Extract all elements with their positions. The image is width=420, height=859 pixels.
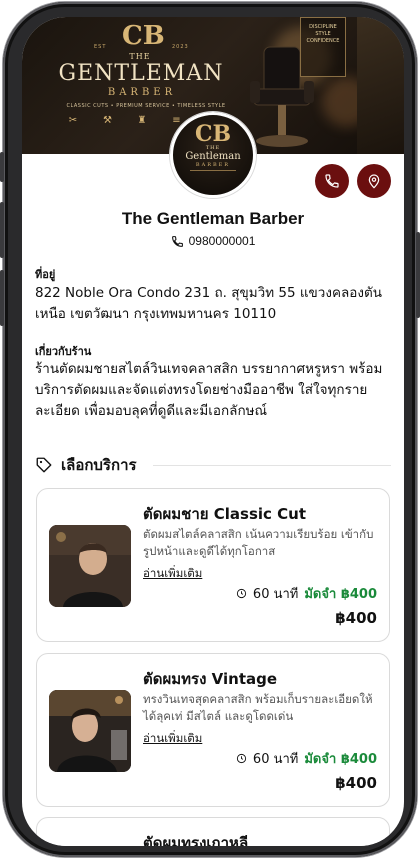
screen: CB EST 2023 THE GENTLEMAN BARBER CLASSIC… [22,17,404,846]
services-heading: เลือกบริการ [35,453,391,477]
read-more-link[interactable]: อ่านเพิ่มเติม [143,730,202,748]
phone-icon [325,174,339,188]
call-button[interactable] [315,164,349,198]
map-pin-icon [368,174,380,189]
service-title: ตัดผมทรงเกาหลี [143,834,249,846]
service-title: ตัดผมทรง Vintage [143,670,278,688]
banner-brand-mark: CB [122,21,165,51]
service-card[interactable]: ตัดผมทรง Vintage ทรงวินเทจสุดคลาสสิก พร้… [36,653,390,807]
scissors-icon: ✂ [68,115,78,126]
service-image [49,690,131,772]
service-price: ฿400 [335,774,377,792]
shop-avatar: CB THE Gentleman BARBER [170,112,256,198]
volume-down-button [0,270,4,326]
banner-title: GENTLEMAN [58,61,224,86]
address-label: ที่อยู่ [35,268,56,281]
avatar-name: Gentleman [185,151,241,162]
service-description: ทรงวินเทจสุดคลาสสิก พร้อมเก็บรายละเอียดใ… [143,692,373,723]
services-title: เลือกบริการ [61,456,137,474]
services-divider [152,464,391,466]
phone-icon [171,235,183,247]
volume-up-button [0,202,4,258]
banner-est-year: 2023 [172,44,189,50]
service-duration: 60 นาที [252,752,299,767]
clock-icon [236,588,247,599]
banner-right-decor [357,17,404,154]
phone-frame: CB EST 2023 THE GENTLEMAN BARBER CLASSIC… [0,2,420,857]
clock-icon [236,753,247,764]
banner-tagline: CLASSIC CUTS • PREMIUM SERVICE • TIMELES… [66,103,226,109]
service-duration: 60 นาที [252,587,299,602]
service-card[interactable]: ตัดผมชาย Classic Cut ตัดผมสไตล์คลาสสิก เ… [36,488,390,642]
service-deposit: มัดจำ ฿400 [304,752,377,767]
avatar-mark: CB [194,121,232,147]
razor-icon: ⚒ [103,115,112,126]
shop-name: The Gentleman Barber [121,209,305,228]
tag-icon [36,457,52,473]
power-button [416,232,420,318]
service-price: ฿400 [335,609,377,627]
service-card[interactable]: ตัดผมทรงเกาหลี [36,817,390,846]
address-text: 822 Noble Ora Condo 231 ถ. สุขุมวิท 55 แ… [35,285,382,322]
chair-icon: ♜ [137,115,147,126]
about-text: ร้านตัดผมชายสไตล์วินเทจคลาสสิก บรรยากาศห… [35,361,383,419]
banner-sign: DISCIPLINE STYLE CONFIDENCE [300,17,346,77]
service-meta: 60 นาที มัดจำ ฿400 [236,748,377,769]
about-label: เกี่ยวกับร้าน [35,345,92,358]
shop-phone-number: 0980000001 [188,234,256,248]
read-more-link[interactable]: อ่านเพิ่มเติม [143,565,202,583]
location-button[interactable] [357,164,391,198]
service-meta: 60 นาที มัดจำ ฿400 [236,583,377,604]
banner-est-label: EST [94,44,107,50]
service-title: ตัดผมชาย Classic Cut [143,505,307,523]
service-image [49,525,131,607]
banner-barber: BARBER [107,87,177,98]
mute-switch [0,152,4,182]
shop-phone[interactable]: 0980000001 [22,234,404,248]
banner-the: THE [129,52,151,61]
service-description: ตัดผมสไตล์คลาสสิก เน้นความเรียบร้อย เข้า… [143,527,374,558]
service-deposit: มัดจำ ฿400 [304,587,377,602]
avatar-barber: BARBER [195,162,231,168]
